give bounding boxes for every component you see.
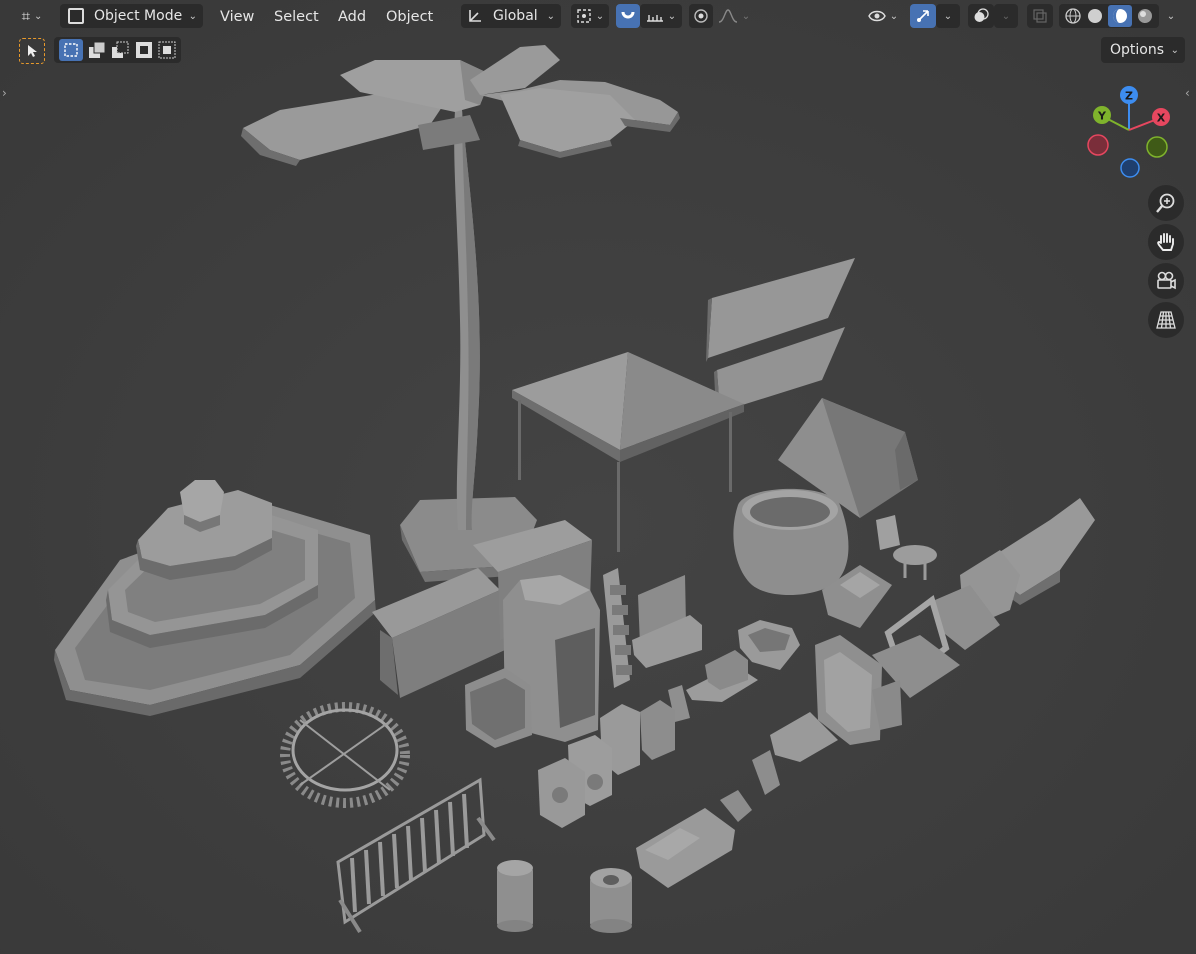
pivot-point-icon (577, 9, 591, 23)
select-subtract-icon[interactable] (111, 41, 129, 59)
viewport-header: ⌗ ⌄ Object Mode ⌄ View Select Add Object … (0, 0, 1196, 34)
chevron-down-icon: ⌄ (595, 10, 605, 22)
chevron-down-icon: ⌄ (34, 10, 43, 22)
material-preview-icon (1113, 9, 1127, 23)
chevron-down-icon: ⌄ (889, 10, 899, 22)
pan-button[interactable] (1148, 224, 1184, 260)
transform-orientation-selector[interactable]: Global ⌄ (461, 4, 561, 28)
gizmo-neg-y-handle (1146, 136, 1168, 158)
select-tool-button[interactable] (19, 38, 45, 64)
navigation-gizmo[interactable]: Y X Z (1080, 80, 1180, 180)
falloff-button[interactable]: ⌄ (713, 4, 755, 28)
editor-type-button[interactable]: ⌗ ⌄ (14, 4, 50, 28)
menu-select[interactable]: Select (274, 6, 319, 28)
gizmo-x-label: X (1157, 112, 1166, 125)
camera-icon (1157, 271, 1176, 290)
proportional-edit-icon (694, 9, 708, 23)
cursor-arrow-icon (28, 45, 37, 57)
hand-pan-icon (1157, 233, 1174, 251)
chevron-down-icon: ⌄ (667, 10, 677, 22)
overlays-icon (974, 8, 989, 22)
options-dropdown[interactable]: Options ⌄ (1101, 37, 1185, 63)
pivot-point-button[interactable]: ⌄ (571, 4, 609, 28)
3d-viewport[interactable]: ⌗ ⌄ Object Mode ⌄ View Select Add Object … (0, 0, 1196, 954)
rendered-shading-icon[interactable] (1136, 7, 1154, 25)
chevron-down-icon: ⌄ (1170, 44, 1179, 56)
chevron-down-icon: ⌄ (188, 10, 197, 22)
transform-orientation-icon (469, 10, 481, 22)
select-invert-icon[interactable] (135, 41, 153, 59)
shading-dropdown[interactable]: ⌄ (1160, 4, 1182, 28)
mode-label: Object Mode (94, 8, 183, 24)
object-mode-icon (68, 8, 84, 24)
material-shading-button[interactable] (1108, 5, 1132, 27)
gizmo-dropdown[interactable]: ⌄ (936, 4, 960, 28)
gizmo-toggle[interactable] (910, 4, 936, 28)
select-new-button[interactable] (58, 39, 83, 61)
chevron-down-icon: ⌄ (1166, 10, 1176, 22)
select-intersect-icon[interactable] (158, 41, 176, 59)
large-pot-model[interactable] (733, 488, 849, 596)
select-extend-icon[interactable] (88, 41, 106, 59)
camera-view-button[interactable] (1148, 263, 1184, 299)
snap-toggle[interactable] (616, 4, 640, 28)
proportional-editing-toggle[interactable] (689, 4, 713, 28)
editor-type-icon: ⌗ (21, 7, 31, 25)
perspective-toggle-button[interactable] (1148, 302, 1184, 338)
gizmo-neg-z-handle (1120, 158, 1140, 178)
perspective-grid-icon (1156, 311, 1176, 329)
gizmo-icon (917, 10, 929, 22)
magnet-icon (621, 11, 635, 19)
menu-add[interactable]: Add (338, 6, 366, 28)
options-label: Options (1110, 42, 1165, 58)
scene-render (0, 0, 1196, 954)
gizmo-y-label: Y (1097, 110, 1107, 123)
xray-toggle[interactable] (1027, 4, 1053, 28)
selection-mode-group (54, 37, 181, 63)
sidebar-expand-arrow-icon[interactable]: ‹ (1185, 86, 1190, 100)
falloff-curve-icon (718, 9, 737, 23)
chevron-down-icon: ⌄ (546, 10, 555, 22)
visibility-button[interactable]: ⌄ (862, 4, 904, 28)
solid-shading-icon[interactable] (1086, 7, 1104, 25)
orientation-label: Global (493, 8, 538, 24)
select-new-icon (63, 43, 78, 57)
toolbar-expand-arrow-icon[interactable]: › (2, 86, 7, 100)
gizmo-neg-x-handle (1087, 134, 1109, 156)
zoom-icon (1156, 193, 1175, 213)
shading-mode-group (1059, 4, 1159, 28)
menu-view[interactable]: View (220, 6, 254, 28)
wireframe-shading-icon[interactable] (1064, 7, 1082, 25)
snap-increment-icon (646, 15, 663, 22)
overlays-toggle[interactable] (968, 4, 994, 28)
chevron-down-icon: ⌄ (943, 10, 953, 22)
snap-target-button[interactable]: ⌄ (640, 4, 682, 28)
eye-icon (868, 10, 886, 22)
mode-selector[interactable]: Object Mode ⌄ (60, 4, 203, 28)
chevron-down-icon: ⌄ (741, 10, 751, 22)
gizmo-z-label: Z (1125, 90, 1133, 103)
menu-object[interactable]: Object (386, 6, 433, 28)
overlays-dropdown[interactable]: ⌄ (994, 4, 1018, 28)
zoom-button[interactable] (1148, 185, 1184, 221)
xray-icon (1033, 9, 1047, 23)
chevron-down-icon: ⌄ (1001, 10, 1011, 22)
